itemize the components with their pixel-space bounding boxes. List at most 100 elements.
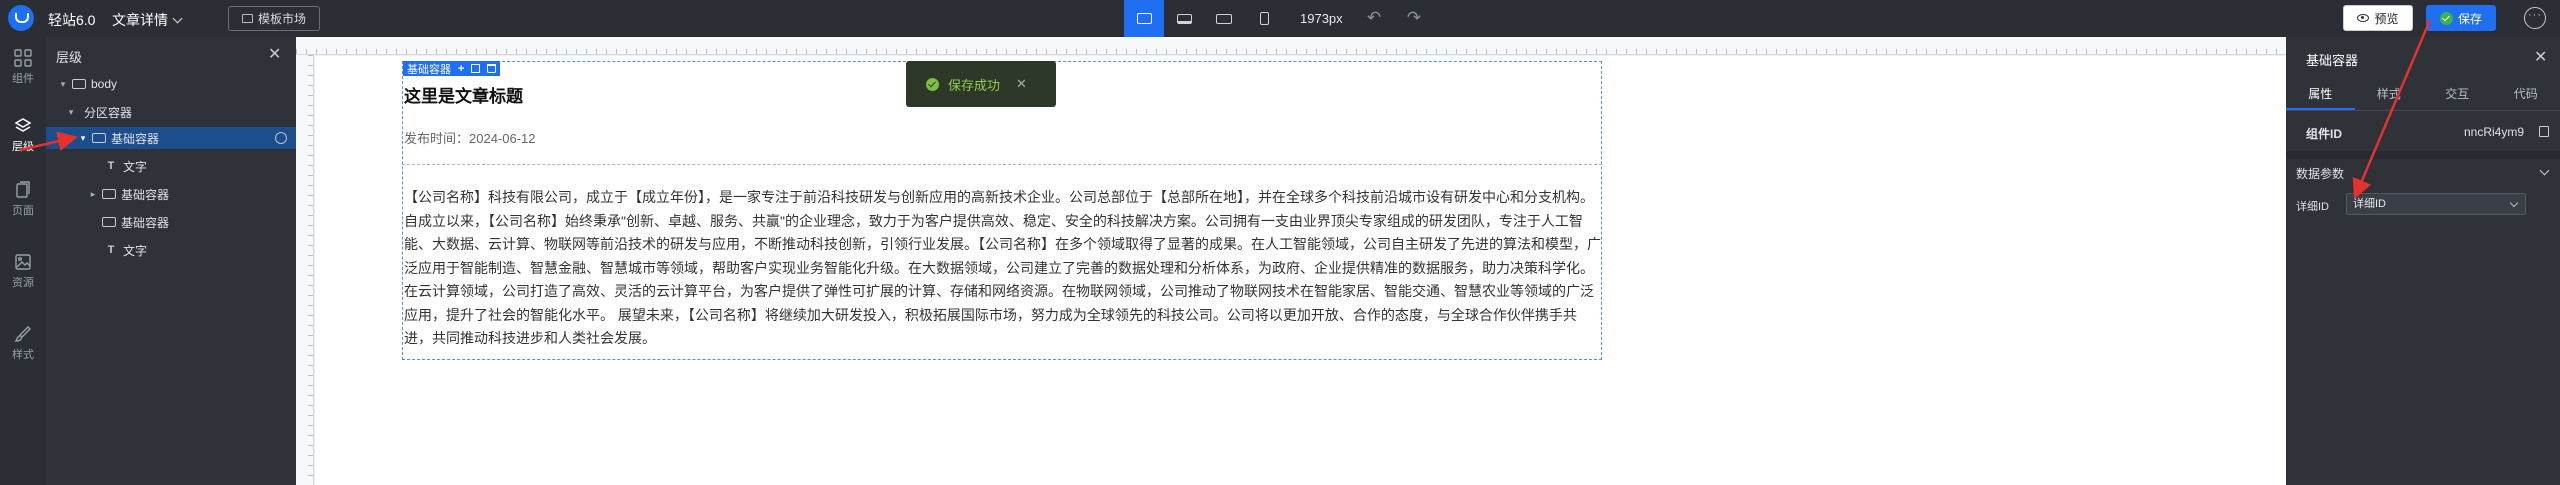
close-icon[interactable]: ✕ — [2534, 47, 2547, 67]
text-icon: T — [107, 160, 115, 172]
tree-node-label: 文字 — [123, 159, 148, 174]
desktop-icon — [1136, 13, 1152, 24]
rail-item-styles[interactable]: 样式 — [0, 319, 46, 365]
layers-icon — [14, 117, 32, 135]
device-laptop-button[interactable] — [1164, 0, 1204, 37]
container-icon — [92, 133, 106, 143]
tab-properties[interactable]: 属性 — [2286, 79, 2355, 110]
rail-label: 层级 — [12, 141, 34, 153]
rail-item-components[interactable]: 组件 — [0, 43, 46, 89]
left-rail: 组件 层级 页面 资源 样式 — [0, 37, 46, 485]
data-params-section-title: 数据参数 — [2296, 167, 2345, 181]
device-mobile-button[interactable] — [1244, 0, 1284, 37]
caret-down-icon[interactable]: ▾ — [58, 79, 68, 90]
rail-label: 资源 — [12, 277, 34, 289]
preview-label: 预览 — [2374, 11, 2399, 26]
components-icon — [14, 49, 32, 67]
tree-node-label: 基础容器 — [121, 187, 170, 202]
section-separator — [2286, 151, 2560, 159]
tree-node-text[interactable]: T 文字 — [46, 239, 296, 261]
tree-node-label: body — [91, 77, 118, 91]
publish-time[interactable]: 发布时间：2024-06-12 — [404, 128, 536, 147]
rail-item-resources[interactable]: 资源 — [0, 247, 46, 293]
save-button[interactable]: 保存 — [2426, 5, 2496, 31]
tree-node-body[interactable]: ▾ body — [46, 73, 296, 95]
text-icon: T — [107, 244, 115, 256]
lock-icon[interactable] — [275, 132, 287, 144]
device-desktop-button[interactable] — [1124, 0, 1164, 37]
more-options-icon[interactable]: ··· — [2524, 7, 2546, 29]
selection-label: 基础容器 — [407, 63, 451, 76]
rail-label: 组件 — [12, 73, 34, 85]
preview-button[interactable]: 预览 — [2343, 5, 2413, 31]
page-icon — [14, 181, 32, 199]
copy-icon[interactable] — [2539, 126, 2549, 137]
article-title[interactable]: 这里是文章标题 — [404, 82, 523, 107]
layers-panel: 层级 ✕ ▾ body ▾ 分区容器 ▾ 基础容器 T 文字 ▸ 基础容器 基础… — [46, 37, 296, 485]
caret-right-icon[interactable]: ▸ — [88, 189, 98, 200]
duplicate-icon[interactable] — [471, 64, 481, 73]
tree-node-label: 分区容器 — [84, 105, 133, 120]
layers-panel-title: 层级 — [56, 50, 83, 65]
redo-icon[interactable]: ↷ — [1404, 9, 1424, 27]
template-market-button[interactable]: 模板市场 — [228, 6, 320, 31]
top-toolbar: 轻站6.0 文章详情 模板市场 1973px ↶ ↷ 预览 保存 ··· — [0, 0, 2560, 37]
rail-item-pages[interactable]: 页面 — [0, 175, 46, 221]
image-icon — [14, 253, 32, 271]
vertical-ruler — [296, 55, 314, 485]
tablet-icon — [1216, 13, 1232, 24]
properties-tabs: 属性 样式 交互 代码 — [2286, 79, 2560, 111]
rail-item-layers[interactable]: 层级 — [0, 111, 46, 157]
app-logo-icon — [8, 5, 34, 31]
device-switcher — [1124, 0, 1284, 37]
eye-icon — [2357, 14, 2370, 22]
close-icon[interactable]: ✕ — [1016, 76, 1027, 92]
canvas-width-readout: 1973px — [1300, 11, 1343, 26]
device-tablet-button[interactable] — [1204, 0, 1244, 37]
chevron-down-icon[interactable] — [2539, 165, 2550, 176]
selection-toolbar[interactable]: 基础容器 + — [403, 61, 501, 76]
article-body[interactable]: 【公司名称】科技有限公司，成立于【成立年份】，是一家专注于前沿科技研发与创新应用… — [404, 186, 1601, 351]
component-id-value: nncRi4ym9 — [2464, 125, 2525, 139]
caret-down-icon[interactable]: ▾ — [66, 107, 76, 118]
page-selector[interactable]: 文章详情 — [112, 10, 183, 30]
add-icon[interactable]: + — [458, 63, 464, 75]
delete-icon[interactable] — [487, 64, 497, 73]
detail-id-label: 详细ID — [2296, 201, 2329, 213]
close-icon[interactable]: ✕ — [268, 44, 281, 64]
tab-interaction[interactable]: 交互 — [2423, 79, 2492, 110]
tree-node-label: 基础容器 — [121, 215, 170, 230]
tree-node-container[interactable]: 基础容器 — [46, 211, 296, 233]
app-name: 轻站6.0 — [48, 12, 96, 28]
toast-message: 保存成功 — [948, 77, 1001, 93]
template-market-label: 模板市场 — [257, 12, 306, 26]
undo-icon[interactable]: ↶ — [1364, 9, 1384, 27]
container-icon — [102, 189, 116, 199]
save-label: 保存 — [2457, 11, 2482, 26]
chevron-down-icon — [172, 13, 183, 24]
properties-panel-title: 基础容器 — [2306, 53, 2359, 68]
tree-node-label: 基础容器 — [111, 131, 160, 146]
page-selector-label: 文章详情 — [112, 12, 168, 28]
tree-node-label: 文字 — [123, 243, 148, 258]
tree-node-container-selected[interactable]: ▾ 基础容器 — [46, 127, 296, 149]
detail-id-select-value: 详细ID — [2353, 198, 2386, 210]
horizontal-ruler — [296, 37, 2299, 55]
brush-icon — [14, 325, 32, 343]
rail-label: 样式 — [12, 349, 34, 361]
success-icon — [926, 77, 939, 91]
save-success-toast: 保存成功 ✕ — [906, 61, 1056, 107]
tab-styles[interactable]: 样式 — [2355, 79, 2424, 110]
component-id-label: 组件ID — [2306, 127, 2343, 141]
tree-node-container[interactable]: ▸ 基础容器 — [46, 183, 296, 205]
mobile-icon — [1259, 12, 1269, 25]
detail-id-select[interactable]: 详细ID — [2346, 193, 2526, 215]
tree-node-section[interactable]: ▾ 分区容器 — [46, 101, 296, 123]
caret-down-icon[interactable]: ▾ — [78, 133, 88, 144]
laptop-icon — [1176, 13, 1192, 24]
divider — [402, 164, 1602, 165]
container-icon — [72, 79, 86, 89]
tree-node-text[interactable]: T 文字 — [46, 155, 296, 177]
check-circle-icon — [2439, 11, 2453, 25]
tab-code[interactable]: 代码 — [2492, 79, 2560, 110]
